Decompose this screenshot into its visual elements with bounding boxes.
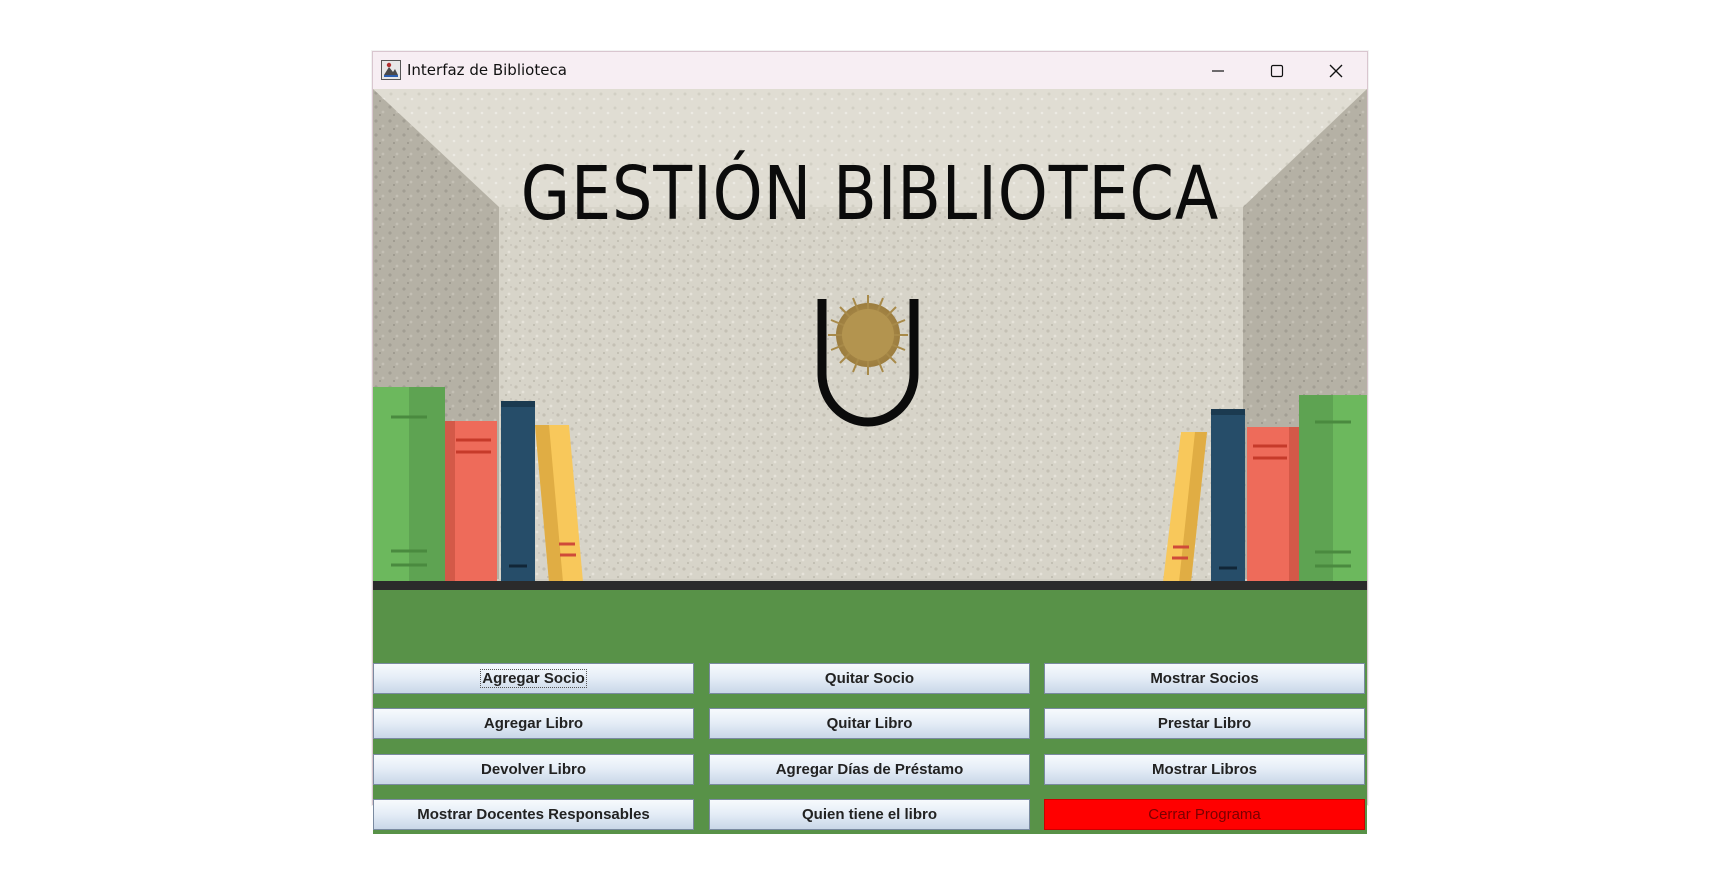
lend-book-button[interactable]: Prestar Libro [1044, 708, 1365, 739]
return-book-button[interactable]: Devolver Libro [373, 754, 694, 785]
title-bar[interactable]: Interfaz de Biblioteca [373, 52, 1367, 89]
java-app-icon [381, 60, 401, 80]
maximize-icon [1270, 64, 1284, 78]
close-button[interactable] [1307, 52, 1365, 89]
show-members-button[interactable]: Mostrar Socios [1044, 663, 1365, 694]
add-loan-days-button[interactable]: Agregar Días de Préstamo [709, 754, 1030, 785]
who-has-book-button[interactable]: Quien tiene el libro [709, 799, 1030, 830]
maximize-button[interactable] [1248, 52, 1306, 89]
add-member-button[interactable]: Agregar Socio [373, 663, 694, 694]
library-banner: GESTIÓN BIBLIOTECA [373, 89, 1367, 631]
actions-panel: Agregar Socio Quitar Socio Mostrar Socio… [373, 631, 1367, 834]
window-title: Interfaz de Biblioteca [407, 61, 567, 79]
minimize-button[interactable] [1189, 52, 1247, 89]
shelf [373, 581, 1367, 590]
close-program-button[interactable]: Cerrar Programa [1044, 799, 1365, 830]
remove-member-button[interactable]: Quitar Socio [709, 663, 1030, 694]
close-icon [1329, 64, 1343, 78]
app-window: Interfaz de Biblioteca GESTIÓN BIBLIOTEC… [372, 51, 1368, 834]
remove-book-button[interactable]: Quitar Libro [709, 708, 1030, 739]
add-book-button[interactable]: Agregar Libro [373, 708, 694, 739]
banner-heading: GESTIÓN BIBLIOTECA [520, 151, 1220, 237]
show-responsible-teachers-button[interactable]: Mostrar Docentes Responsables [373, 799, 694, 830]
minimize-icon [1212, 70, 1224, 72]
show-books-button[interactable]: Mostrar Libros [1044, 754, 1365, 785]
